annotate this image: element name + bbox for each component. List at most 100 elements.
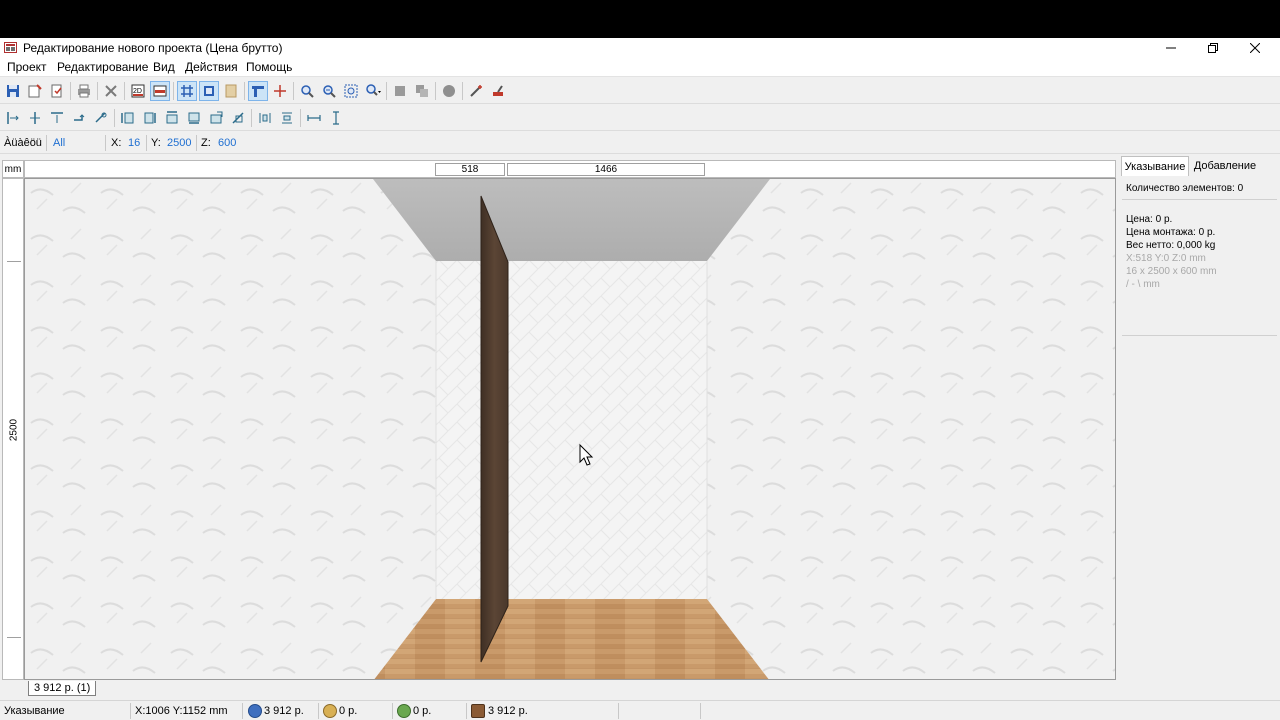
x-label: X: bbox=[111, 137, 122, 149]
status-bar: Указывание X:1006 Y:1152 mm 3 912 р. 0 р… bbox=[0, 700, 1280, 720]
menu-edit[interactable]: Редактирование bbox=[57, 60, 148, 74]
grid-button[interactable] bbox=[177, 81, 197, 101]
menu-actions[interactable]: Действия bbox=[185, 60, 238, 74]
minimize-button[interactable] bbox=[1150, 38, 1192, 58]
distribute-v-button[interactable] bbox=[277, 108, 297, 128]
menu-view[interactable]: Вид bbox=[153, 60, 175, 74]
unit-label: mm bbox=[2, 160, 24, 178]
new-button[interactable] bbox=[47, 81, 67, 101]
delete-icon bbox=[105, 85, 117, 97]
open-button[interactable] bbox=[25, 81, 45, 101]
distribute-h-icon bbox=[259, 113, 271, 123]
zoom-menu-icon bbox=[366, 84, 381, 96]
title-bar: Редактирование нового проекта (Цена брут… bbox=[0, 38, 1280, 58]
move-down-icon bbox=[188, 112, 200, 124]
print-button[interactable] bbox=[74, 81, 94, 101]
zoom-menu-button[interactable] bbox=[363, 81, 383, 101]
tab-pointing[interactable]: Указывание bbox=[1121, 156, 1189, 176]
price-text: Цена: 0 р. bbox=[1126, 214, 1173, 225]
separator bbox=[318, 703, 319, 719]
minimize-icon bbox=[1166, 47, 1176, 49]
paint-button[interactable] bbox=[488, 81, 508, 101]
texture-button[interactable] bbox=[221, 81, 241, 101]
separator bbox=[130, 703, 131, 719]
ruler-tick bbox=[7, 637, 21, 638]
z-value[interactable]: 600 bbox=[218, 137, 236, 149]
align-top-button[interactable] bbox=[47, 108, 67, 128]
sphere-button[interactable] bbox=[439, 81, 459, 101]
back-wall bbox=[436, 261, 707, 599]
print-icon bbox=[78, 84, 90, 98]
menu-bar: Проект Редактирование Вид Действия Помощ… bbox=[0, 58, 1280, 77]
align-center-h-button[interactable] bbox=[25, 108, 45, 128]
details-box: Цена: 0 р. Цена монтажа: 0 р. Вес нетто:… bbox=[1122, 210, 1277, 336]
close-icon bbox=[1250, 43, 1260, 53]
resize-button[interactable] bbox=[206, 108, 226, 128]
toolbar-separator bbox=[462, 82, 463, 100]
save-icon bbox=[7, 85, 19, 97]
rotate-button[interactable] bbox=[69, 108, 89, 128]
ruler-width: 1466 bbox=[507, 163, 705, 176]
wand-icon bbox=[470, 85, 482, 97]
dimension-icon bbox=[307, 115, 321, 121]
panel-board[interactable] bbox=[480, 195, 509, 663]
main-toolbar: 2D bbox=[0, 78, 1280, 104]
move-up-button[interactable] bbox=[162, 108, 182, 128]
separator bbox=[196, 135, 197, 151]
move-right-button[interactable] bbox=[140, 108, 160, 128]
view-2d-button[interactable]: 2D bbox=[128, 81, 148, 101]
frame-icon bbox=[204, 86, 214, 96]
separator bbox=[700, 703, 701, 719]
dimension-button[interactable] bbox=[304, 108, 324, 128]
separator bbox=[618, 703, 619, 719]
save-button[interactable] bbox=[3, 81, 23, 101]
package-icon bbox=[397, 704, 411, 718]
toolbar-separator bbox=[97, 82, 98, 100]
move-left-button[interactable] bbox=[118, 108, 138, 128]
menu-help[interactable]: Помощь bbox=[246, 60, 292, 74]
snap-button[interactable] bbox=[248, 81, 268, 101]
mirror-button[interactable] bbox=[91, 108, 111, 128]
box-icon bbox=[395, 86, 405, 96]
zoom-fit-button[interactable] bbox=[341, 81, 361, 101]
view-front-button[interactable] bbox=[150, 81, 170, 101]
zoom-in-button[interactable] bbox=[297, 81, 317, 101]
materials-icon bbox=[471, 704, 485, 718]
move-left-icon bbox=[121, 112, 134, 124]
project-tab[interactable]: 3 912 р. (1) bbox=[28, 681, 97, 696]
ruler-tick bbox=[7, 261, 21, 262]
resize-icon bbox=[210, 111, 223, 124]
box-button[interactable] bbox=[390, 81, 410, 101]
restore-button[interactable] bbox=[1192, 38, 1234, 58]
align-left-button[interactable] bbox=[3, 108, 23, 128]
rotate-icon bbox=[74, 114, 85, 121]
status-materials: 3 912 р. bbox=[488, 705, 528, 717]
tab-adding[interactable]: Добавление bbox=[1191, 156, 1259, 176]
move-up-icon bbox=[166, 111, 178, 124]
cut-button[interactable] bbox=[228, 108, 248, 128]
close-button[interactable] bbox=[1234, 38, 1276, 58]
toolbar-separator bbox=[173, 82, 174, 100]
menu-project[interactable]: Проект bbox=[7, 60, 47, 74]
move-down-button[interactable] bbox=[184, 108, 204, 128]
open-icon bbox=[28, 84, 42, 98]
boxes-button[interactable] bbox=[412, 81, 432, 101]
view-front-icon bbox=[153, 85, 167, 97]
3d-viewport[interactable] bbox=[24, 178, 1116, 680]
frame-button[interactable] bbox=[199, 81, 219, 101]
globe-icon bbox=[248, 704, 262, 718]
delete-button[interactable] bbox=[101, 81, 121, 101]
filter-value[interactable]: All bbox=[53, 137, 65, 149]
distribute-h-button[interactable] bbox=[255, 108, 275, 128]
toolbar-separator bbox=[386, 82, 387, 100]
dimension-v-button[interactable] bbox=[326, 108, 346, 128]
y-value[interactable]: 2500 bbox=[167, 137, 191, 149]
zoom-out-button[interactable] bbox=[319, 81, 339, 101]
crosshair-button[interactable] bbox=[270, 81, 290, 101]
separator bbox=[105, 135, 106, 151]
view-2d-icon: 2D bbox=[131, 84, 145, 98]
z-label: Z: bbox=[201, 137, 211, 149]
x-value[interactable]: 16 bbox=[128, 137, 140, 149]
wand-button[interactable] bbox=[466, 81, 486, 101]
sphere-icon bbox=[443, 85, 455, 97]
